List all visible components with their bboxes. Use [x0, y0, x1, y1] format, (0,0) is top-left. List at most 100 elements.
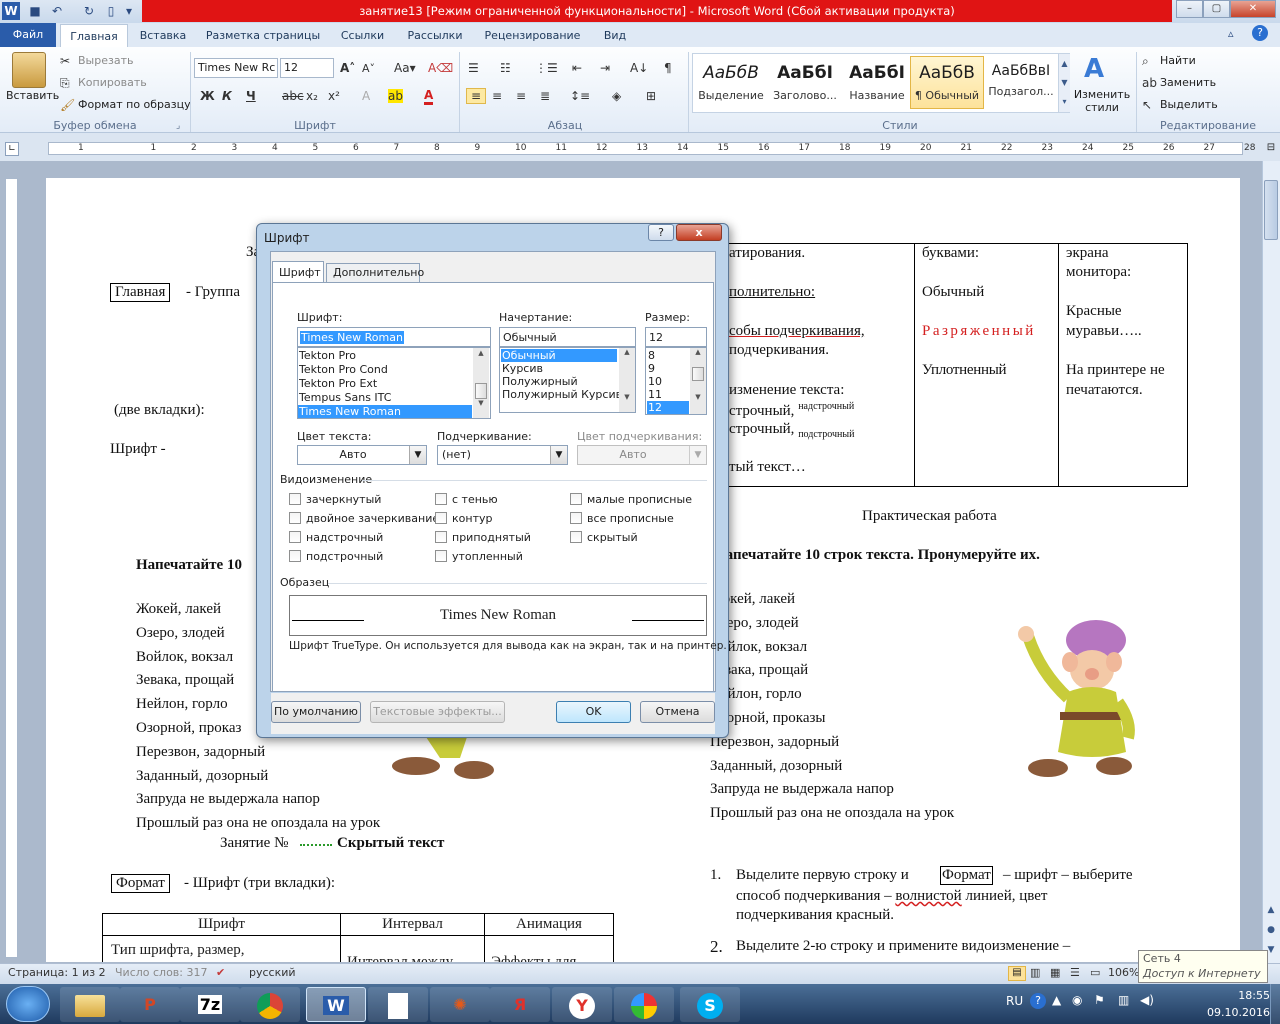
list-item[interactable]: Полужирный — [501, 375, 617, 388]
effect-checkbox[interactable] — [570, 531, 582, 543]
network-icon[interactable]: ▥ — [1118, 993, 1129, 1007]
help-icon[interactable]: ? — [1252, 25, 1268, 41]
show-hidden-icons[interactable]: ▲ — [1052, 993, 1061, 1007]
effect-checkbox[interactable] — [435, 550, 447, 562]
shrink-font-icon[interactable]: A˅ — [362, 62, 375, 75]
language-indicator[interactable]: русский — [249, 966, 296, 979]
view-ruler-icon[interactable]: ⊟ — [1264, 142, 1278, 158]
list-item[interactable]: Tekton Pro Cond — [298, 363, 472, 376]
outline-view-icon[interactable]: ☰ — [1070, 966, 1080, 979]
scroll-thumb[interactable] — [475, 383, 487, 399]
select-button[interactable]: Выделить — [1160, 98, 1218, 111]
underline-icon[interactable]: Ч — [246, 89, 256, 103]
media-player-taskbar-icon[interactable]: ✺ — [430, 987, 490, 1022]
draft-view-icon[interactable]: ▭ — [1090, 966, 1100, 979]
style-title[interactable]: АаБбI Название — [840, 56, 914, 109]
dialog-launcher-icon[interactable]: ⌟ — [176, 121, 180, 131]
numbering-icon[interactable]: ☷ — [500, 61, 511, 75]
effect-checkbox[interactable] — [289, 493, 301, 505]
game-taskbar-icon[interactable] — [614, 987, 674, 1022]
word-count[interactable]: Число слов: 317 — [115, 966, 208, 979]
find-button[interactable]: Найти — [1160, 54, 1196, 67]
chevron-down-icon[interactable]: ▼ — [689, 446, 706, 464]
effect-label[interactable]: все прописные — [587, 512, 674, 525]
set-default-button[interactable]: По умолчанию — [271, 701, 361, 723]
7zip-taskbar-icon[interactable]: 7z — [180, 987, 240, 1022]
multilevel-list-icon[interactable]: ⋮☰ — [535, 61, 558, 75]
list-item[interactable]: 12 — [647, 401, 689, 414]
effect-label[interactable]: надстрочный — [306, 531, 383, 544]
customize-toolbar-icon[interactable]: ▾ — [120, 2, 138, 20]
align-right-icon[interactable]: ≡ — [516, 89, 526, 103]
align-center-icon[interactable]: ≡ — [492, 89, 502, 103]
volume-icon[interactable]: ◀) — [1140, 993, 1154, 1007]
tab-view[interactable]: Вид — [595, 24, 635, 48]
format-painter-button[interactable]: Формат по образцу — [78, 98, 191, 111]
italic-icon[interactable]: К — [222, 89, 232, 103]
list-item[interactable]: Tempus Sans ITC — [298, 391, 472, 404]
language-help-icon[interactable]: ? — [1030, 993, 1046, 1009]
ok-button[interactable]: OK — [556, 701, 631, 723]
dialog-help-button[interactable]: ? — [648, 224, 674, 241]
word-app-icon[interactable]: W — [2, 2, 20, 20]
styles-scroll-icon[interactable]: ▲ ▼ ▾ — [1058, 54, 1070, 112]
subscript-icon[interactable]: x₂ — [306, 89, 318, 103]
text-effects-button[interactable]: Текстовые эффекты... — [370, 701, 505, 723]
print-layout-view-icon[interactable]: ▤ — [1008, 966, 1026, 981]
tray-app-icon[interactable]: ◉ — [1072, 993, 1082, 1007]
size-list-scrollbar[interactable]: ▲ ▼ — [690, 348, 706, 414]
scroll-thumb[interactable] — [1264, 180, 1278, 240]
justify-icon[interactable]: ≣ — [540, 89, 550, 103]
style-heading[interactable]: АаБбI Заголово... — [768, 56, 842, 109]
style-normal[interactable]: АаБбВ ¶ Обычный — [910, 56, 984, 109]
close-window-button[interactable]: ✕ — [1230, 0, 1276, 18]
list-item[interactable]: 8 — [647, 349, 689, 362]
paste-icon[interactable] — [12, 52, 46, 88]
web-layout-icon[interactable]: ▦ — [1050, 966, 1060, 979]
effect-label[interactable]: контур — [452, 512, 492, 525]
effect-checkbox[interactable] — [435, 531, 447, 543]
redo-icon[interactable]: ↻ — [80, 2, 98, 20]
maximize-button[interactable]: ▢ — [1203, 0, 1230, 18]
effect-label[interactable]: малые прописные — [587, 493, 692, 506]
list-item[interactable]: Обычный — [501, 349, 617, 362]
chrome-taskbar-icon[interactable] — [240, 987, 300, 1022]
tab-home[interactable]: Главная — [60, 24, 128, 48]
font-color-icon[interactable]: A — [424, 88, 434, 105]
superscript-icon[interactable]: x² — [328, 89, 340, 103]
minimize-ribbon-icon[interactable]: ▵ — [1228, 27, 1234, 40]
paste-button[interactable]: Вставить — [6, 89, 59, 102]
scroll-thumb[interactable] — [692, 367, 704, 381]
tab-references[interactable]: Ссылки — [335, 24, 390, 48]
effect-label[interactable]: с тенью — [452, 493, 498, 506]
clear-formatting-icon[interactable]: A⌫ — [428, 61, 453, 75]
bullets-icon[interactable]: ☰ — [468, 61, 479, 75]
style-list-scrollbar[interactable]: ▲ ▼ — [619, 348, 635, 412]
effect-checkbox[interactable] — [570, 493, 582, 505]
change-case-icon[interactable]: Aa▾ — [394, 61, 416, 75]
chevron-down-icon[interactable]: ▼ — [550, 446, 567, 464]
effect-checkbox[interactable] — [289, 550, 301, 562]
decrease-indent-icon[interactable]: ⇤ — [572, 61, 582, 75]
tab-mailings[interactable]: Рассылки — [400, 24, 470, 48]
effect-label[interactable]: зачеркнутый — [306, 493, 381, 506]
strikethrough-icon[interactable]: abc — [282, 89, 304, 103]
minimize-button[interactable]: – — [1176, 0, 1203, 18]
save-icon[interactable]: ■ — [26, 2, 44, 20]
yandex-taskbar-icon[interactable]: Я — [490, 987, 550, 1022]
show-desktop-button[interactable] — [1270, 984, 1280, 1024]
list-item[interactable]: 10 — [647, 375, 689, 388]
align-left-icon[interactable]: ≡ — [466, 88, 486, 104]
effect-checkbox[interactable] — [570, 512, 582, 524]
effect-checkbox[interactable] — [435, 493, 447, 505]
effect-label[interactable]: двойное зачеркивание — [306, 512, 439, 525]
tab-page-layout[interactable]: Разметка страницы — [200, 24, 326, 48]
tab-insert[interactable]: Вставка — [133, 24, 193, 48]
flag-icon[interactable]: ⚑ — [1094, 993, 1105, 1007]
copy-button[interactable]: Копировать — [78, 76, 147, 89]
explorer-taskbar-icon[interactable] — [60, 987, 120, 1022]
style-subtitle[interactable]: АаБбВвI Подзагол... — [984, 56, 1058, 109]
chevron-down-icon[interactable]: ▼ — [409, 446, 426, 464]
yandex-browser-taskbar-icon[interactable]: Y — [552, 987, 612, 1022]
list-item[interactable]: 9 — [647, 362, 689, 375]
